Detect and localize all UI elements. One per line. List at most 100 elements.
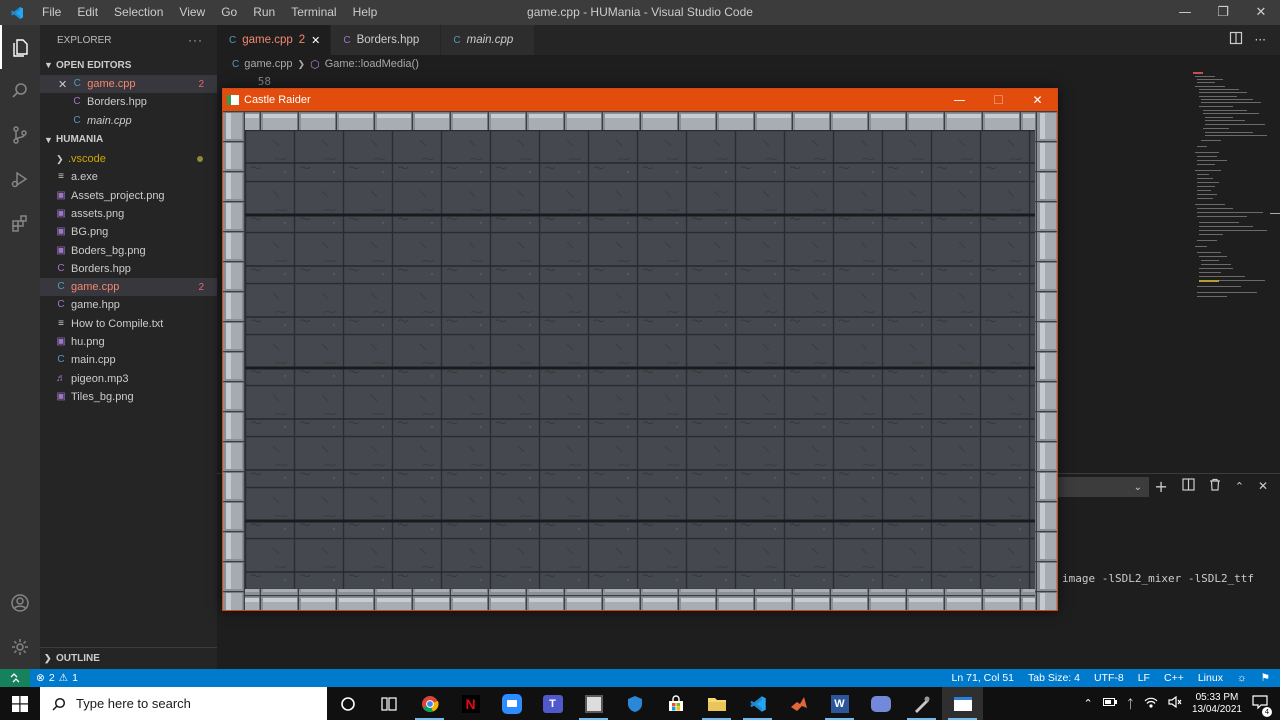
word-icon[interactable]: W [819,687,860,720]
vscode-taskbar-icon[interactable] [737,687,778,720]
game-window-titlebar[interactable]: Castle Raider — ☐ ✕ [223,89,1057,111]
file-tree-item[interactable]: ▣ hu.png [40,333,217,351]
discord-icon[interactable] [860,687,901,720]
restore-button[interactable]: ❐ [1204,0,1242,25]
snipping-tool-icon[interactable] [573,687,614,720]
menu-go[interactable]: Go [213,0,245,25]
store-icon[interactable] [655,687,696,720]
menu-view[interactable]: View [171,0,213,25]
wifi-icon[interactable] [1144,696,1158,712]
language-mode[interactable]: C++ [1164,672,1184,684]
more-actions-icon[interactable]: ··· [188,33,203,47]
explorer-icon[interactable] [0,25,40,69]
game-close-button[interactable]: ✕ [1018,89,1057,111]
new-terminal-icon[interactable]: + [1154,477,1167,496]
file-name: game.cpp [71,281,120,294]
file-tree-item[interactable]: C main.cpp [40,351,217,369]
menu-file[interactable]: File [34,0,69,25]
battery-icon[interactable] [1102,696,1117,711]
file-tree-item[interactable]: ❯ .vscode [40,150,217,168]
remote-icon[interactable] [0,669,30,687]
extensions-icon[interactable] [0,201,40,245]
chrome-icon[interactable] [409,687,450,720]
trash-icon[interactable] [1209,478,1221,495]
file-icon: ≡ [58,171,64,183]
open-editor-item[interactable]: ✕ C game.cpp 2 [40,75,217,94]
run-debug-icon[interactable] [0,157,40,201]
file-tree-item[interactable]: ▣ BG.png [40,223,217,241]
cpp-file-icon: C [229,34,237,46]
problems-indicator[interactable]: ⊗ 2 ⚠ 1 [30,672,78,684]
game-minimize-button[interactable]: — [940,89,979,111]
close-window-button[interactable]: ✕ [1242,0,1280,25]
breadcrumb-file[interactable]: game.cpp [244,58,292,70]
bluetooth-icon[interactable]: ᛏ [1127,697,1134,711]
tab-size[interactable]: Tab Size: 4 [1028,672,1080,684]
tab-game-cpp[interactable]: C game.cpp 2 ✕ [217,25,332,55]
open-editors-section[interactable]: ▼ OPEN EDITORS [40,55,217,75]
scrollbar[interactable] [1270,213,1280,214]
accounts-icon[interactable] [0,581,40,625]
close-editor-icon[interactable]: ✕ [58,78,67,91]
more-actions-icon[interactable]: ··· [1255,33,1266,47]
split-editor-icon[interactable] [1229,31,1243,49]
close-panel-icon[interactable]: ✕ [1258,479,1268,493]
platform[interactable]: Linux [1198,672,1223,684]
file-tree-item[interactable]: ▣ Boders_bg.png [40,241,217,259]
matlab-icon[interactable] [778,687,819,720]
terminal-select[interactable]: ⌄ [1053,477,1149,497]
taskbar-search[interactable]: Type here to search [40,687,327,720]
menu-selection[interactable]: Selection [106,0,171,25]
source-control-icon[interactable] [0,113,40,157]
notification-icon[interactable]: 4 [1252,694,1272,717]
file-tree-item[interactable]: ≡ a.exe [40,168,217,186]
minimize-button[interactable]: — [1166,0,1204,25]
file-tree-item[interactable]: C game.hpp [40,296,217,314]
tab-borders-hpp[interactable]: C Borders.hpp [331,25,442,55]
cursor-position[interactable]: Ln 71, Col 51 [952,672,1014,684]
file-tree-item[interactable]: C Borders.hpp [40,260,217,278]
chevron-up-icon[interactable]: ⌃ [1084,697,1093,710]
chevron-up-icon[interactable]: ⌃ [1235,480,1244,493]
breadcrumb-symbol[interactable]: Game::loadMedia() [325,58,419,70]
file-tree-item[interactable]: ▣ assets.png [40,205,217,223]
task-view-icon[interactable] [368,687,409,720]
minimap[interactable] [1193,72,1268,302]
game-window-taskbar-icon[interactable] [942,687,983,720]
feedback-icon[interactable]: ☼ [1237,672,1247,684]
menu-run[interactable]: Run [245,0,283,25]
file-tree-item[interactable]: ≡ How to Compile.txt [40,315,217,333]
teams-icon[interactable]: T [532,687,573,720]
bell-icon[interactable]: ⚑ [1261,672,1270,684]
shield-icon[interactable] [614,687,655,720]
game-canvas[interactable] [223,111,1057,610]
tab-main-cpp[interactable]: C main.cpp [441,25,536,55]
search-icon[interactable] [0,69,40,113]
end-of-line[interactable]: LF [1138,672,1150,684]
game-window[interactable]: Castle Raider — ☐ ✕ [222,88,1058,611]
close-tab-icon[interactable]: ✕ [311,34,320,47]
split-terminal-icon[interactable] [1182,477,1195,495]
zoom-icon[interactable] [491,687,532,720]
settings-gear-icon[interactable] [0,625,40,669]
file-tree-item[interactable]: ♬ pigeon.mp3 [40,369,217,387]
volume-icon[interactable] [1168,695,1182,712]
encoding[interactable]: UTF-8 [1094,672,1124,684]
file-explorer-icon[interactable] [696,687,737,720]
file-tree-item[interactable]: ▣ Tiles_bg.png [40,388,217,406]
menu-help[interactable]: Help [345,0,386,25]
menu-edit[interactable]: Edit [69,0,106,25]
start-button[interactable] [0,687,40,720]
file-tree-item[interactable]: ▣ Assets_project.png [40,186,217,204]
menu-terminal[interactable]: Terminal [283,0,344,25]
project-section[interactable]: ▼ HUMANIA [40,130,217,150]
file-tree-item[interactable]: C game.cpp 2 [40,277,217,297]
cortana-icon[interactable] [327,687,368,720]
open-editor-item[interactable]: C Borders.hpp [40,93,217,111]
game-maximize-button[interactable]: ☐ [979,89,1018,111]
open-editor-item[interactable]: C main.cpp [40,112,217,130]
clock[interactable]: 05:33 PM 13/04/2021 [1192,692,1242,716]
outline-section[interactable]: ❯ OUTLINE [40,647,217,669]
pen-tool-icon[interactable] [901,687,942,720]
netflix-icon[interactable]: N [450,687,491,720]
